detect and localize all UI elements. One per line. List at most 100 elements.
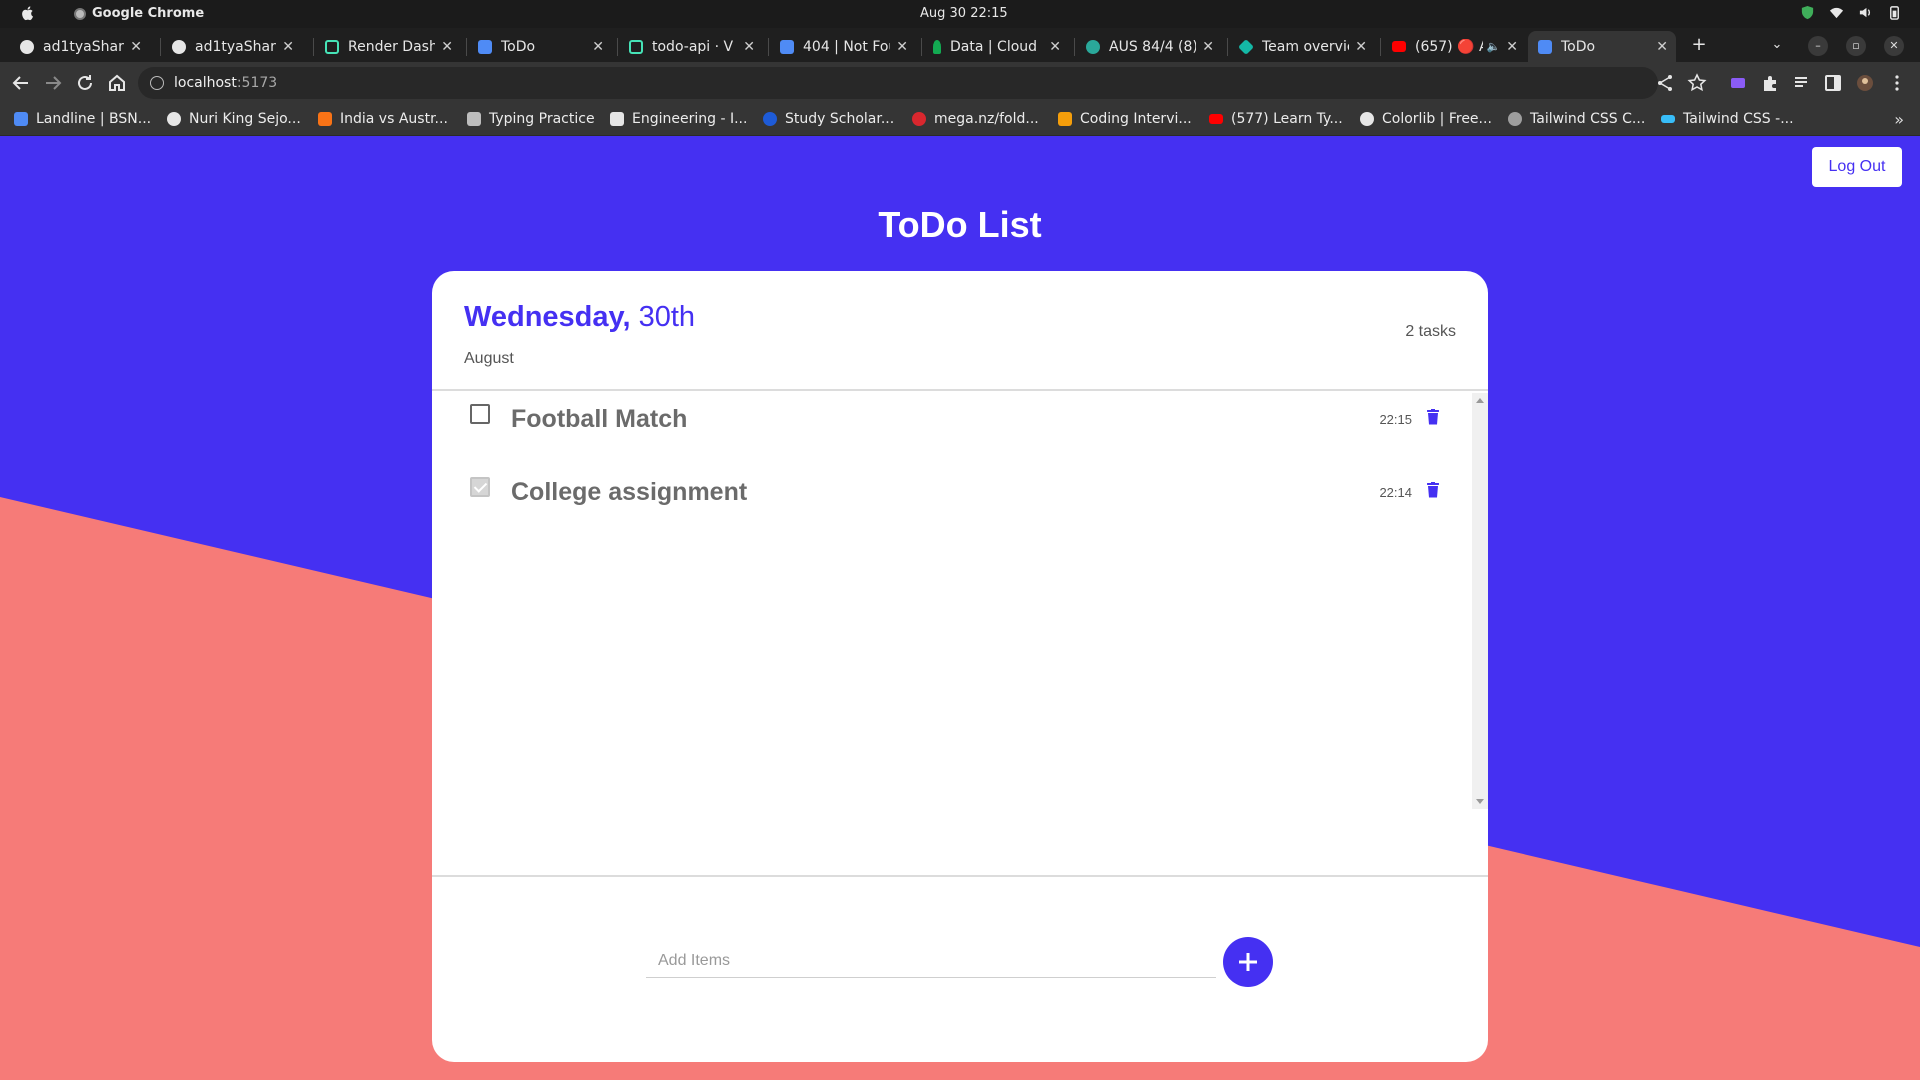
home-icon[interactable] (106, 72, 128, 94)
bookmark-item[interactable]: Landline | BSN... (14, 111, 151, 127)
forward-icon[interactable] (42, 72, 64, 94)
close-tab-icon[interactable]: ✕ (1202, 39, 1214, 55)
bookmark-item[interactable]: India vs Austr... (318, 111, 448, 127)
address-bar[interactable]: localhost:5173 (138, 67, 1658, 99)
bookmark-item[interactable]: Coding Intervi... (1058, 111, 1192, 127)
browser-tab[interactable]: ad1tyaSharm ✕ (162, 31, 302, 62)
trash-icon[interactable] (1426, 409, 1440, 425)
browser-tab[interactable]: ad1tyaSharm ✕ (10, 31, 150, 62)
browser-tab[interactable]: 404 | Not Fou ✕ (770, 31, 916, 62)
reading-list-icon[interactable] (1792, 73, 1812, 93)
tab-separator (466, 38, 467, 56)
bookmark-label: mega.nz/fold... (934, 111, 1039, 127)
close-tab-icon[interactable]: ✕ (1656, 39, 1668, 55)
browser-tab[interactable]: Render Dash ✕ (315, 31, 461, 62)
bookmark-star-icon[interactable] (1687, 73, 1707, 93)
site-info-icon[interactable] (150, 76, 164, 90)
close-tab-icon[interactable]: ✕ (441, 39, 453, 55)
new-tab-button[interactable]: + (1689, 35, 1709, 55)
scroll-up-arrow-icon[interactable] (1476, 398, 1484, 403)
reload-icon[interactable] (74, 72, 96, 94)
task-item: College assignment 22:14 (432, 464, 1472, 524)
todo-card: Wednesday, 30th August 2 tasks Football … (432, 271, 1488, 1062)
browser-tab[interactable]: Team overvie ✕ (1229, 31, 1375, 62)
trash-icon[interactable] (1426, 482, 1440, 498)
more-bookmarks-chevron-icon[interactable]: » (1894, 110, 1904, 129)
back-icon[interactable] (10, 72, 32, 94)
tab-separator (617, 38, 618, 56)
close-tab-icon[interactable]: ✕ (592, 39, 604, 55)
extensions-icon[interactable] (1760, 73, 1780, 93)
task-checkbox[interactable] (470, 404, 490, 424)
share-icon[interactable] (1655, 73, 1675, 93)
audio-playing-icon[interactable]: 🔈 (1487, 40, 1501, 53)
close-tab-icon[interactable]: ✕ (896, 39, 908, 55)
bookmark-label: Tailwind CSS -... (1683, 111, 1794, 127)
vite-icon (478, 39, 492, 54)
close-window-button[interactable]: ✕ (1884, 36, 1904, 56)
apple-icon[interactable] (20, 5, 36, 21)
bookmark-item[interactable]: Engineering - I... (610, 111, 747, 127)
task-text: College assignment (511, 478, 748, 506)
system-tray (1800, 5, 1902, 20)
tab-search-button[interactable]: ⌄ (1767, 35, 1787, 55)
volume-icon[interactable] (1858, 5, 1873, 20)
kebab-menu-icon[interactable] (1887, 73, 1907, 93)
browser-tab[interactable]: AUS 84/4 (8) ✕ (1076, 31, 1222, 62)
bookmark-label: Coding Intervi... (1080, 111, 1192, 127)
browser-tab-active[interactable]: ToDo ✕ (1528, 31, 1676, 62)
task-list-scrollbar[interactable] (1472, 393, 1488, 809)
tab-title: ad1tyaSharm (43, 38, 124, 55)
render-icon (629, 39, 643, 54)
tab-title: Team overvie (1262, 38, 1350, 55)
close-tab-icon[interactable]: ✕ (282, 39, 294, 55)
extension-flag-icon[interactable] (1728, 73, 1748, 93)
bookmark-favicon (318, 112, 332, 126)
browser-tab[interactable]: (657) 🔴 A 🔈 ✕ (1382, 31, 1526, 62)
bookmark-label: Colorlib | Free... (1382, 111, 1492, 127)
bookmark-item[interactable]: Nuri King Sejo... (167, 111, 301, 127)
profile-avatar-icon[interactable] (1855, 73, 1875, 93)
bookmark-item[interactable]: Tailwind CSS -... (1661, 111, 1794, 127)
tab-separator (768, 38, 769, 56)
os-top-bar: Google Chrome Aug 30 22:15 (0, 0, 1920, 28)
close-tab-icon[interactable]: ✕ (1355, 39, 1367, 55)
bookmark-label: (577) Learn Ty... (1231, 111, 1343, 127)
system-clock[interactable]: Aug 30 22:15 (920, 6, 1008, 21)
bookmarks-bar: Landline | BSN... Nuri King Sejo... Indi… (0, 104, 1920, 136)
tab-title: ad1tyaSharm (195, 38, 276, 55)
close-tab-icon[interactable]: ✕ (130, 39, 142, 55)
browser-tab[interactable]: Data | Cloud ✕ (923, 31, 1069, 62)
bookmark-item[interactable]: Tailwind CSS C... (1508, 111, 1645, 127)
browser-tab[interactable]: todo-api · V ✕ (619, 31, 763, 62)
add-item-button[interactable] (1223, 937, 1273, 987)
bookmark-item[interactable]: mega.nz/fold... (912, 111, 1039, 127)
close-tab-icon[interactable]: ✕ (743, 39, 755, 55)
bookmark-item[interactable]: Colorlib | Free... (1360, 111, 1492, 127)
close-tab-icon[interactable]: ✕ (1049, 39, 1061, 55)
url-host: localhost (174, 75, 237, 91)
task-checkbox-checked[interactable] (470, 477, 490, 497)
scroll-down-arrow-icon[interactable] (1476, 799, 1484, 804)
add-item-input[interactable] (646, 944, 1216, 978)
shield-icon[interactable] (1800, 5, 1815, 20)
logout-button[interactable]: Log Out (1812, 147, 1902, 187)
bookmark-label: Nuri King Sejo... (189, 111, 301, 127)
maximize-button[interactable]: ▫ (1846, 36, 1866, 56)
vite-icon (780, 39, 794, 54)
tab-separator (921, 38, 922, 56)
close-tab-icon[interactable]: ✕ (1506, 39, 1518, 55)
tab-title: ToDo (501, 38, 536, 55)
active-app-name[interactable]: Google Chrome (74, 6, 204, 21)
side-panel-icon[interactable] (1823, 73, 1843, 93)
browser-tab[interactable]: ToDo ✕ (468, 31, 612, 62)
tab-separator (1227, 38, 1228, 56)
wifi-icon[interactable] (1829, 5, 1844, 20)
battery-icon[interactable] (1887, 5, 1902, 20)
bookmark-item[interactable]: Study Scholar... (763, 111, 894, 127)
bookmark-item[interactable]: Typing Practice (467, 111, 595, 127)
browser-toolbar: localhost:5173 (0, 62, 1920, 104)
tab-title: 404 | Not Fou (803, 38, 891, 55)
bookmark-item[interactable]: (577) Learn Ty... (1209, 111, 1343, 127)
minimize-button[interactable]: – (1808, 36, 1828, 56)
